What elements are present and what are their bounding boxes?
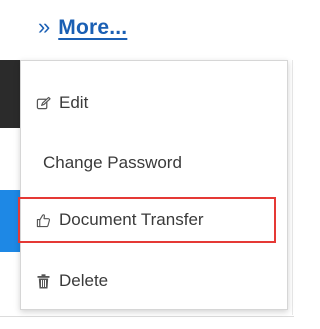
menu-item-label: Document Transfer bbox=[59, 210, 204, 229]
menu-item-label: Change Password bbox=[43, 153, 182, 172]
menu-item-delete[interactable]: Delete bbox=[21, 259, 287, 303]
double-chevron-right-icon: » bbox=[38, 14, 51, 39]
background-dark-panel bbox=[0, 60, 20, 128]
menu-item-label: Delete bbox=[59, 271, 109, 290]
thumbs-up-icon bbox=[35, 212, 51, 228]
background-divider-vertical bbox=[292, 60, 293, 315]
menu-item-document-transfer[interactable]: Document Transfer bbox=[18, 197, 276, 243]
menu-item-label: Edit bbox=[59, 93, 89, 112]
more-link[interactable]: » More... bbox=[38, 8, 127, 48]
menu-item-change-password[interactable]: Change Password bbox=[21, 141, 287, 185]
more-dropdown-menu: Edit Change Password Document Transfer D… bbox=[18, 60, 288, 310]
menu-item-edit[interactable]: Edit bbox=[21, 81, 287, 125]
trash-icon bbox=[35, 273, 51, 289]
more-link-label: More... bbox=[58, 16, 128, 39]
background-divider-horizontal bbox=[0, 316, 294, 317]
edit-icon bbox=[35, 95, 51, 111]
